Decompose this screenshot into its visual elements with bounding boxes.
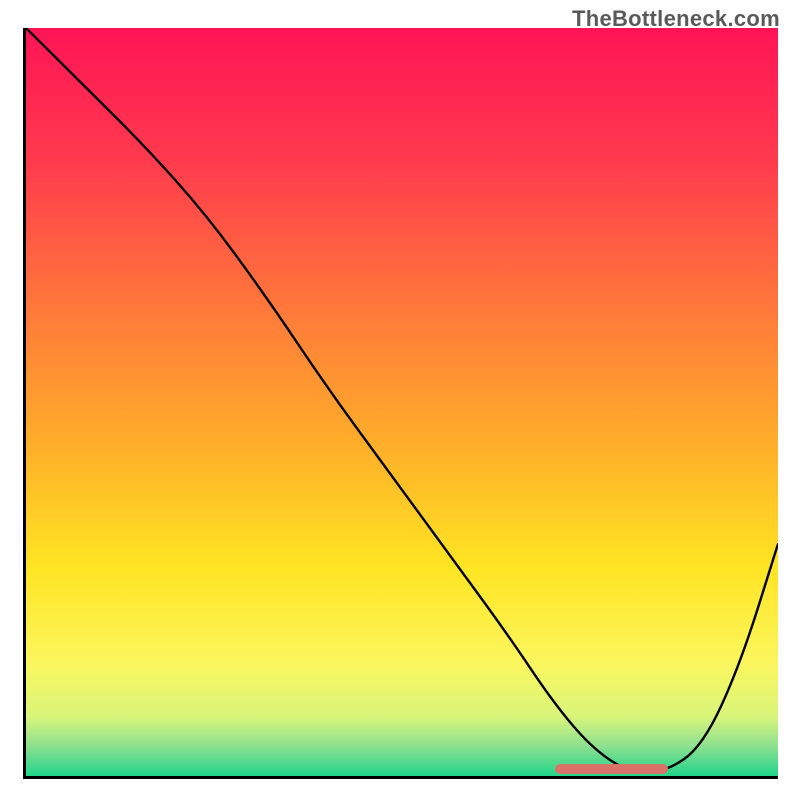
chart-plot-area — [23, 28, 778, 779]
optimal-range-marker — [555, 764, 668, 774]
watermark-text: TheBottleneck.com — [572, 6, 780, 32]
chart-curve — [26, 28, 778, 776]
